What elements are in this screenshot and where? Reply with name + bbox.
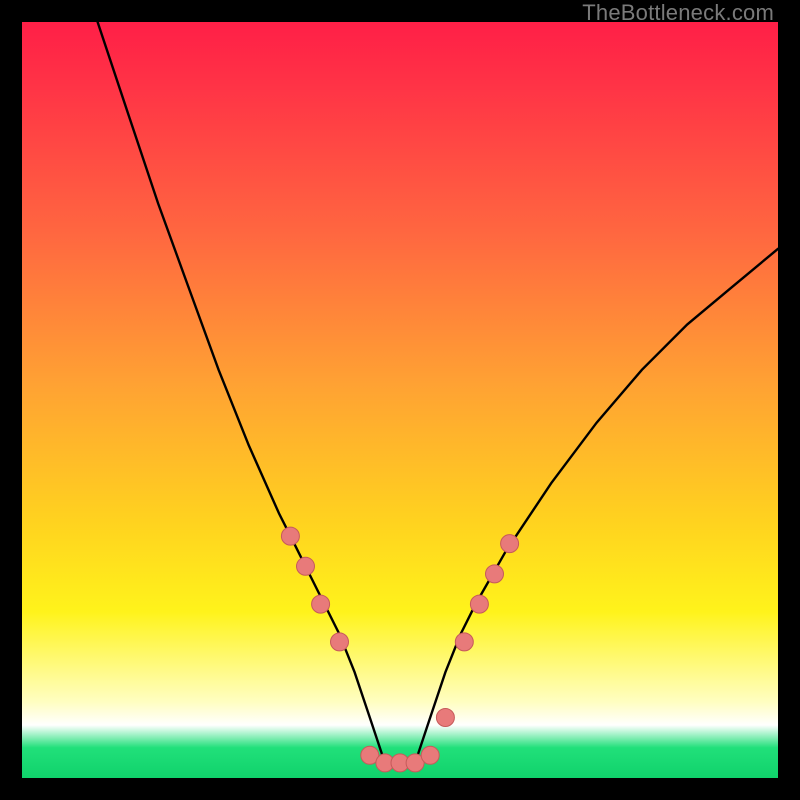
marker-point (470, 595, 488, 613)
marker-point (501, 535, 519, 553)
bottleneck-curve (98, 22, 778, 763)
marker-point (331, 633, 349, 651)
plot-area (22, 22, 778, 778)
watermark-text: TheBottleneck.com (582, 0, 774, 26)
marker-group (281, 527, 518, 772)
marker-point (486, 565, 504, 583)
marker-point (436, 709, 454, 727)
marker-point (421, 746, 439, 764)
marker-point (455, 633, 473, 651)
chart-svg (22, 22, 778, 778)
marker-point (297, 557, 315, 575)
chart-frame: TheBottleneck.com (0, 0, 800, 800)
marker-point (281, 527, 299, 545)
marker-point (312, 595, 330, 613)
